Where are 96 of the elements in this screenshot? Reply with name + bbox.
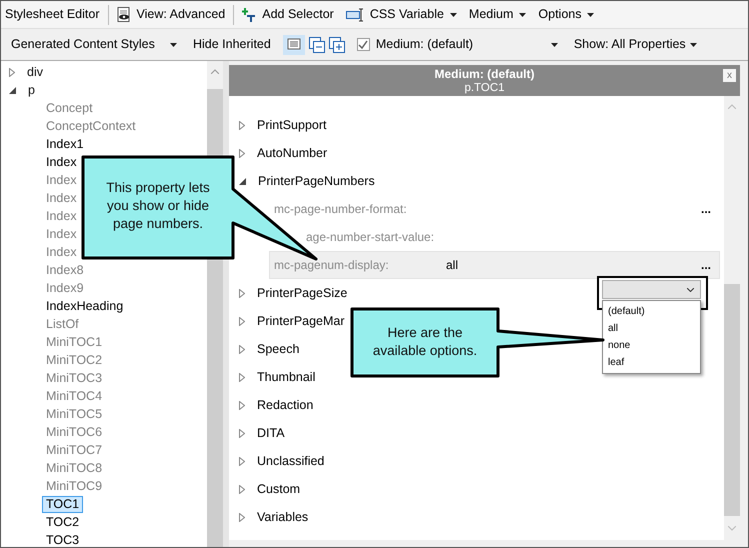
- more-button[interactable]: ...: [700, 205, 711, 213]
- tree-item[interactable]: ConceptContext: [42, 118, 140, 134]
- tree-item[interactable]: Index8: [42, 262, 88, 278]
- tree-item[interactable]: MiniTOC1: [42, 334, 106, 350]
- collapsed-arrow-icon[interactable]: [239, 148, 245, 158]
- tree-item[interactable]: Index9: [42, 280, 88, 296]
- tree-item[interactable]: div: [27, 62, 43, 82]
- property-name: mc-page-number-format:: [274, 201, 408, 218]
- property-group[interactable]: PrintSupport: [257, 116, 326, 134]
- collapsed-arrow-icon[interactable]: [239, 316, 245, 326]
- option-item[interactable]: none: [603, 337, 700, 354]
- medium-checkbox[interactable]: [356, 38, 370, 51]
- tree-item[interactable]: MiniTOC8: [42, 460, 106, 476]
- toolbar-button[interactable]: CSS Variable: [340, 4, 463, 26]
- property-name: age-number-start-value:: [306, 229, 434, 246]
- tree-item[interactable]: MiniTOC9: [42, 478, 106, 494]
- dropdown-caret-icon: [450, 12, 457, 16]
- tree-item[interactable]: Index: [42, 244, 81, 260]
- toolbar-button[interactable]: Medium: [462, 4, 532, 26]
- dropdown-caret-icon: [170, 42, 177, 46]
- collapsed-arrow-icon[interactable]: [239, 456, 245, 466]
- tree-item[interactable]: Index1: [42, 136, 88, 152]
- property-group[interactable]: PrinterPageSize: [257, 284, 348, 302]
- tree-item[interactable]: Index: [42, 208, 81, 224]
- collapse-all-icon[interactable]: [308, 36, 325, 52]
- scroll-up-icon[interactable]: [211, 69, 219, 74]
- tree-item[interactable]: MiniTOC5: [42, 406, 106, 422]
- property-name: mc-pagenum-display:: [274, 257, 390, 274]
- property-group[interactable]: Thumbnail: [257, 368, 316, 386]
- toolbar-button[interactable]: Options: [532, 4, 600, 26]
- panel-subtitle: p.TOC1: [464, 80, 505, 94]
- tree-item[interactable]: p: [28, 80, 35, 100]
- value-combobox[interactable]: [602, 280, 701, 299]
- property-group[interactable]: Custom: [257, 480, 300, 498]
- dropdown-caret-icon: [550, 42, 558, 46]
- show-properties-dropdown[interactable]: Show: All Properties: [570, 34, 701, 56]
- tree-item[interactable]: Index: [42, 172, 81, 188]
- property-group[interactable]: Variables: [257, 508, 308, 526]
- hide-inherited-button[interactable]: Hide Inherited: [189, 34, 275, 56]
- collapsed-arrow-icon[interactable]: [239, 428, 245, 438]
- callout-text: This property lets you show or hide page numbers.: [105, 179, 211, 233]
- medium-dropdown[interactable]: Medium: (default): [376, 34, 562, 56]
- collapsed-arrow-icon[interactable]: [239, 288, 245, 298]
- variable-field-icon: [346, 8, 364, 22]
- more-button[interactable]: ...: [700, 261, 711, 269]
- tree-item[interactable]: MiniTOC6: [42, 424, 106, 440]
- property-group[interactable]: Unclassified: [257, 452, 324, 470]
- tree-item[interactable]: IndexHeading: [42, 298, 128, 314]
- list-view-icon[interactable]: [282, 34, 305, 54]
- close-button[interactable]: x: [723, 69, 736, 82]
- editor-title: Stylesheet Editor: [5, 6, 100, 24]
- expand-all-icon[interactable]: [328, 36, 345, 52]
- chevron-down-icon: [687, 288, 694, 292]
- dropdown-caret-icon: [690, 42, 697, 46]
- collapsed-arrow-icon[interactable]: [239, 120, 245, 130]
- collapsed-arrow-icon[interactable]: [239, 400, 245, 410]
- collapsed-arrow-icon[interactable]: [239, 372, 245, 382]
- tree-item[interactable]: TOC2: [42, 514, 84, 530]
- tree-item[interactable]: MiniTOC3: [42, 370, 106, 386]
- styles-dropdown[interactable]: Generated Content Styles: [7, 34, 181, 56]
- tree-item[interactable]: Concept: [42, 100, 97, 116]
- expanded-arrow-icon[interactable]: [9, 86, 16, 94]
- property-row[interactable]: mc-pagenum-display: all ...: [269, 251, 720, 279]
- option-item[interactable]: all: [603, 320, 700, 337]
- option-item[interactable]: (default): [603, 303, 700, 320]
- callout-text: Here are the available options.: [372, 324, 478, 360]
- property-group[interactable]: AutoNumber: [257, 144, 328, 162]
- add-selector-icon: [242, 8, 256, 22]
- panel-title: Medium: (default): [434, 66, 534, 80]
- property-group[interactable]: Speech: [257, 340, 300, 358]
- toolbar-button[interactable]: Add Selector: [236, 4, 340, 26]
- expanded-arrow-icon[interactable]: [239, 178, 246, 184]
- dropdown-caret-icon: [519, 12, 526, 16]
- tree-item[interactable]: MiniTOC4: [42, 388, 106, 404]
- tree-item[interactable]: ListOf: [42, 316, 83, 332]
- tree-item[interactable]: MiniTOC2: [42, 352, 106, 368]
- tree-item[interactable]: Index: [42, 226, 81, 242]
- property-group[interactable]: PrinterPageNumbers: [258, 172, 375, 190]
- tree-item[interactable]: Index: [42, 154, 81, 170]
- dropdown-caret-icon: [587, 12, 594, 16]
- tree-item[interactable]: TOC3: [42, 532, 84, 547]
- collapsed-arrow-icon[interactable]: [9, 68, 15, 76]
- document-eye-icon: [116, 6, 130, 22]
- property-group[interactable]: DITA: [257, 424, 285, 442]
- property-group[interactable]: Redaction: [257, 396, 314, 414]
- property-group[interactable]: PrinterPageMar: [257, 312, 345, 330]
- tree-item[interactable]: TOC1: [42, 496, 84, 512]
- option-item[interactable]: leaf: [603, 354, 700, 371]
- collapsed-arrow-icon[interactable]: [239, 484, 245, 494]
- tree-item[interactable]: MiniTOC7: [42, 442, 106, 458]
- collapsed-arrow-icon[interactable]: [239, 512, 245, 522]
- tree-item[interactable]: Index: [42, 190, 81, 206]
- property-value: all: [446, 257, 458, 274]
- toolbar-button[interactable]: View: Advanced: [110, 4, 232, 26]
- collapsed-arrow-icon[interactable]: [239, 344, 245, 354]
- property-row[interactable]: mc-page-number-format: ...: [269, 195, 720, 223]
